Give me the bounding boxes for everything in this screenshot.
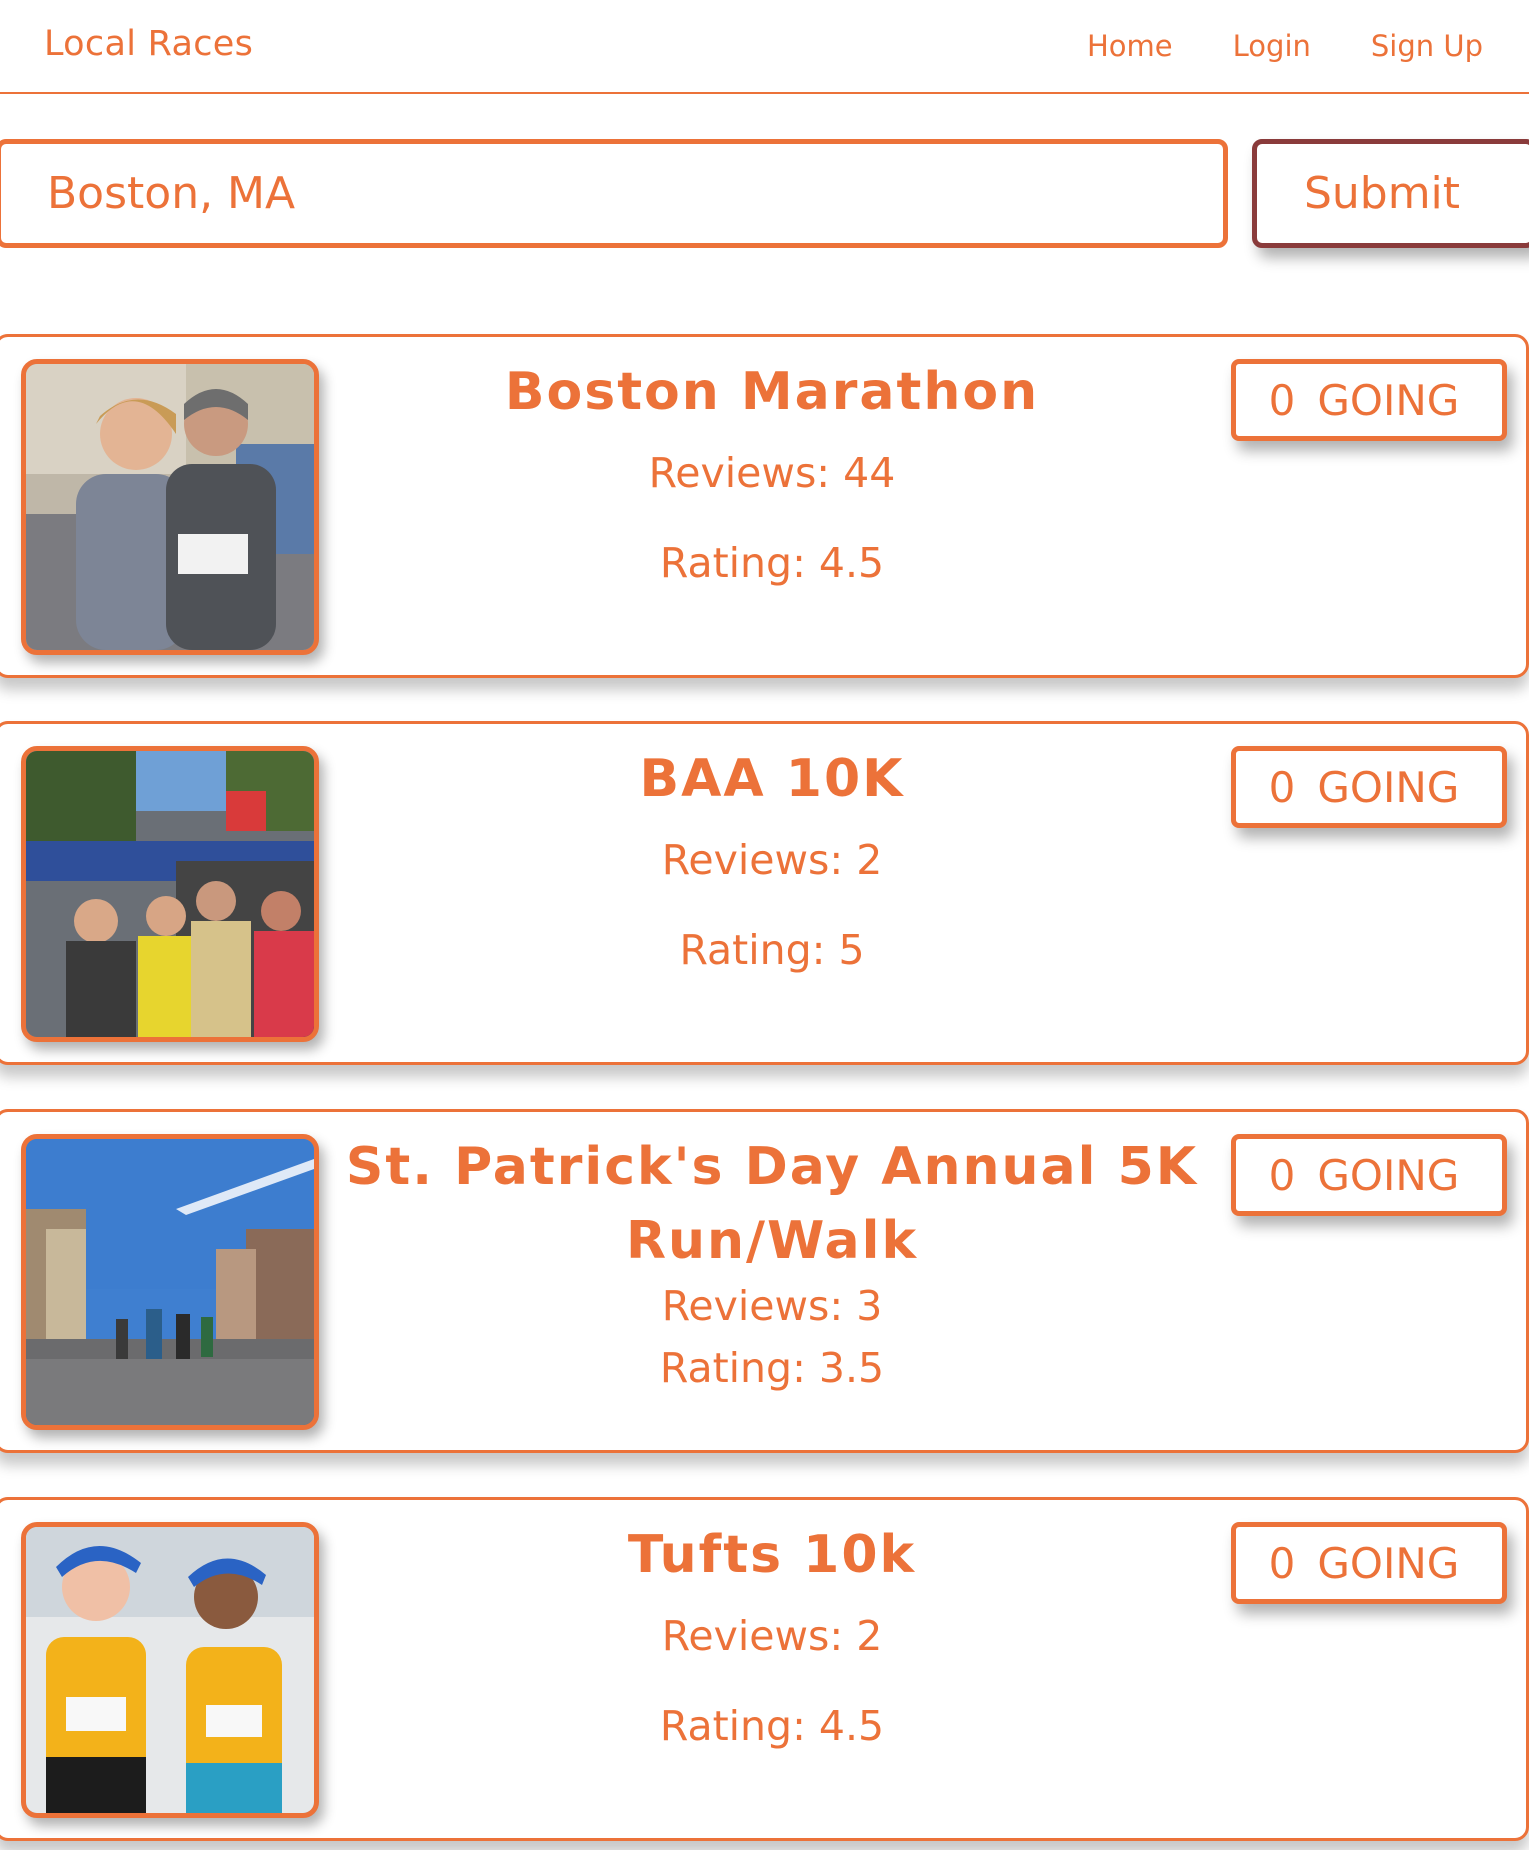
race-card-boston-marathon: Boston Marathon Reviews: 44 Rating: 4.5 … xyxy=(0,334,1529,678)
brand-link[interactable]: Local Races xyxy=(44,24,253,64)
going-count: 0 xyxy=(1268,1538,1296,1588)
going-label: GOING xyxy=(1317,762,1460,812)
race-card-st-patricks-5k: St. Patrick's Day Annual 5K Run/Walk Rev… xyxy=(0,1109,1529,1453)
race-reviews: Reviews: 2 xyxy=(661,836,883,884)
navbar: Local Races Home Login Sign Up xyxy=(0,0,1529,94)
race-photo-image xyxy=(26,364,314,650)
race-card-tufts-10k: Tufts 10k Reviews: 2 Rating: 4.5 0 GOING xyxy=(0,1497,1529,1841)
going-count: 0 xyxy=(1268,762,1296,812)
race-photo[interactable] xyxy=(21,746,319,1042)
race-photo-image xyxy=(26,1527,314,1813)
going-button[interactable]: 0 GOING xyxy=(1231,1134,1507,1216)
race-card-baa-10k: BAA 10K Reviews: 2 Rating: 5 0 GOING xyxy=(0,721,1529,1065)
going-button[interactable]: 0 GOING xyxy=(1231,1522,1507,1604)
race-info: Tufts 10k Reviews: 2 Rating: 4.5 xyxy=(337,1518,1207,1750)
race-info: BAA 10K Reviews: 2 Rating: 5 xyxy=(337,742,1207,974)
nav-signup-link[interactable]: Sign Up xyxy=(1371,29,1483,63)
race-title[interactable]: BAA 10K xyxy=(337,742,1207,816)
going-label: GOING xyxy=(1317,375,1460,425)
race-reviews: Reviews: 2 xyxy=(661,1612,883,1660)
race-rating: Rating: 3.5 xyxy=(659,1344,885,1392)
race-title[interactable]: Boston Marathon xyxy=(337,355,1207,429)
race-photo[interactable] xyxy=(21,1522,319,1818)
race-rating: Rating: 4.5 xyxy=(659,1702,885,1750)
race-rating: Rating: 4.5 xyxy=(659,539,885,587)
race-title[interactable]: St. Patrick's Day Annual 5K Run/Walk xyxy=(337,1130,1207,1278)
going-count: 0 xyxy=(1268,1150,1296,1200)
race-title[interactable]: Tufts 10k xyxy=(337,1518,1207,1592)
nav-links: Home Login Sign Up xyxy=(1087,29,1483,63)
going-label: GOING xyxy=(1317,1150,1460,1200)
race-reviews: Reviews: 44 xyxy=(648,449,896,497)
going-count: 0 xyxy=(1268,375,1296,425)
race-photo-image xyxy=(26,751,314,1037)
race-reviews: Reviews: 3 xyxy=(661,1282,883,1330)
race-photo[interactable] xyxy=(21,359,319,655)
race-rating: Rating: 5 xyxy=(679,926,865,974)
going-button[interactable]: 0 GOING xyxy=(1231,359,1507,441)
nav-login-link[interactable]: Login xyxy=(1233,29,1311,63)
nav-home-link[interactable]: Home xyxy=(1087,29,1173,63)
race-info: Boston Marathon Reviews: 44 Rating: 4.5 xyxy=(337,355,1207,587)
going-button[interactable]: 0 GOING xyxy=(1231,746,1507,828)
going-label: GOING xyxy=(1317,1538,1460,1588)
submit-button[interactable]: Submit xyxy=(1252,139,1529,248)
location-search-input[interactable] xyxy=(0,139,1228,248)
race-info: St. Patrick's Day Annual 5K Run/Walk Rev… xyxy=(337,1130,1207,1392)
race-photo-image xyxy=(26,1139,314,1425)
race-photo[interactable] xyxy=(21,1134,319,1430)
